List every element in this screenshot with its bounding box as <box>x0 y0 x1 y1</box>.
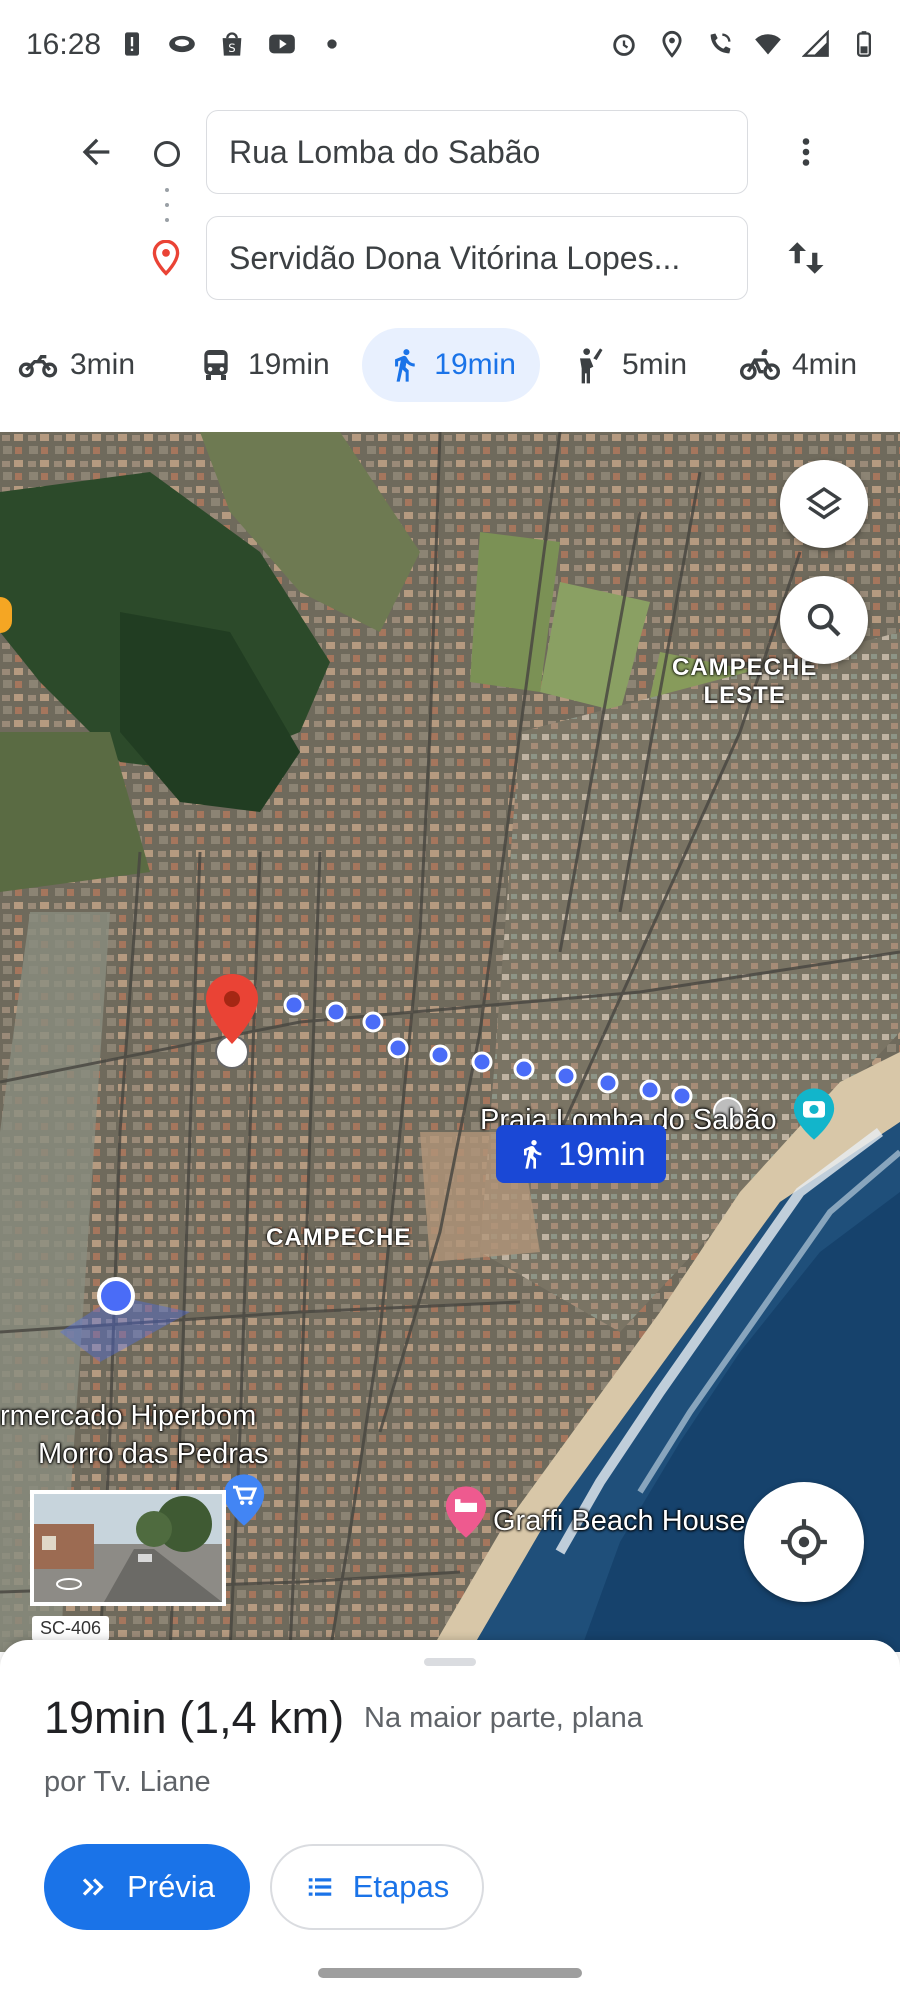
mode-motorcycle-label: 3min <box>70 348 136 381</box>
walk-badge-label: 19min <box>558 1135 646 1172</box>
dot-icon <box>318 30 346 58</box>
place-market-line1[interactable]: rmercado Hiperbom <box>0 1400 256 1433</box>
area-label-campeche-leste: CAMPECHE LESTE <box>672 654 817 709</box>
preview-label: Prévia <box>127 1869 215 1904</box>
shopping-bag-icon: S <box>218 30 246 58</box>
alert-icon <box>118 30 146 58</box>
route-connector <box>165 188 169 222</box>
camera-pin-icon[interactable] <box>792 1086 836 1147</box>
drag-handle[interactable] <box>424 1658 476 1666</box>
battery-icon <box>850 30 878 58</box>
map-view[interactable]: CAMPECHE LESTE CAMPECHE Praia Lomba do S… <box>0 432 900 1652</box>
street-view-thumbnail[interactable] <box>30 1490 226 1606</box>
svg-text:S: S <box>228 41 235 55</box>
steps-button[interactable]: Etapas <box>270 1844 484 1930</box>
mode-ride-label: 5min <box>622 348 688 381</box>
eye-icon <box>168 30 196 58</box>
area-label-campeche-leste-line1: CAMPECHE <box>672 654 818 681</box>
home-indicator[interactable] <box>318 1968 582 1978</box>
rotate-360-icon <box>56 1578 82 1590</box>
route-time-distance: 19min (1,4 km) <box>44 1692 345 1743</box>
mode-bike[interactable]: 4min <box>740 328 857 402</box>
mode-transit-label: 19min <box>248 348 330 381</box>
wifi-icon <box>754 30 782 58</box>
swap-vert-icon <box>788 242 824 274</box>
status-bar: 16:28 S <box>0 0 900 100</box>
destination-input[interactable]: Servidão Dona Vitórina Lopes... <box>206 216 748 300</box>
mode-walking[interactable]: 19min <box>362 328 540 402</box>
swap-button[interactable] <box>780 232 832 284</box>
destination-text: Servidão Dona Vitórina Lopes... <box>229 239 681 276</box>
location-icon <box>658 30 686 58</box>
youtube-icon <box>268 30 296 58</box>
area-label-campeche: CAMPECHE <box>266 1224 412 1251</box>
list-icon <box>308 1878 331 1896</box>
origin-marker-icon[interactable] <box>202 972 262 1072</box>
more-vert-icon <box>802 138 810 166</box>
double-chevron-right-icon <box>82 1878 104 1896</box>
mode-transit[interactable]: 19min <box>196 328 330 402</box>
walk-badge-icon <box>524 1140 542 1169</box>
place-graffi-beach-house[interactable]: Graffi Beach House <box>493 1505 746 1538</box>
destination-pin-icon <box>150 239 182 276</box>
bike-icon <box>740 349 780 380</box>
mode-motorcycle[interactable]: 3min <box>18 328 135 402</box>
map-search-button[interactable] <box>780 576 868 664</box>
origin-input[interactable]: Rua Lomba do Sabão <box>206 110 748 194</box>
origin-circle-icon <box>154 141 180 167</box>
search-icon <box>807 603 841 637</box>
road-label-sc406: SC-406 <box>32 1616 110 1641</box>
arrow-back-icon <box>82 138 110 166</box>
walk-duration-badge[interactable]: 19min <box>496 1125 666 1183</box>
more-options-button[interactable] <box>782 128 830 176</box>
status-left-icons: S <box>118 30 346 58</box>
preview-button[interactable]: Prévia <box>44 1844 250 1930</box>
route-sheet: 19min (1,4 km) Na maior parte, plana por… <box>0 1640 900 2000</box>
my-location-button[interactable] <box>744 1482 864 1602</box>
shopping-cart-pin-icon[interactable] <box>222 1472 266 1533</box>
layers-icon <box>805 486 843 520</box>
hotel-pin-icon[interactable] <box>444 1484 488 1545</box>
status-right-icons <box>610 29 878 58</box>
hail-icon <box>580 348 603 384</box>
travel-modes: 3min 19min 19min 5min 4min <box>0 328 900 402</box>
walk-icon <box>395 349 415 382</box>
alarm-icon <box>610 30 638 58</box>
place-market-line2[interactable]: Morro das Pedras <box>38 1438 269 1471</box>
mode-bike-label: 4min <box>792 348 858 381</box>
motorcycle-icon <box>18 355 58 378</box>
signal-icon <box>801 29 830 58</box>
layers-button[interactable] <box>780 460 868 548</box>
area-label-campeche-leste-line2: LESTE <box>703 681 786 709</box>
bus-icon <box>204 350 228 380</box>
mode-ride[interactable]: 5min <box>570 328 687 402</box>
route-description: Na maior parte, plana <box>364 1702 643 1734</box>
route-via: por Tv. Liane <box>44 1766 211 1798</box>
origin-text: Rua Lomba do Sabão <box>229 133 541 170</box>
mode-walking-label: 19min <box>434 348 516 381</box>
status-time: 16:28 <box>26 28 102 61</box>
steps-label: Etapas <box>352 1869 450 1904</box>
wifi-call-icon <box>706 30 734 58</box>
crosshair-icon <box>781 1519 827 1565</box>
back-button[interactable] <box>70 126 122 178</box>
